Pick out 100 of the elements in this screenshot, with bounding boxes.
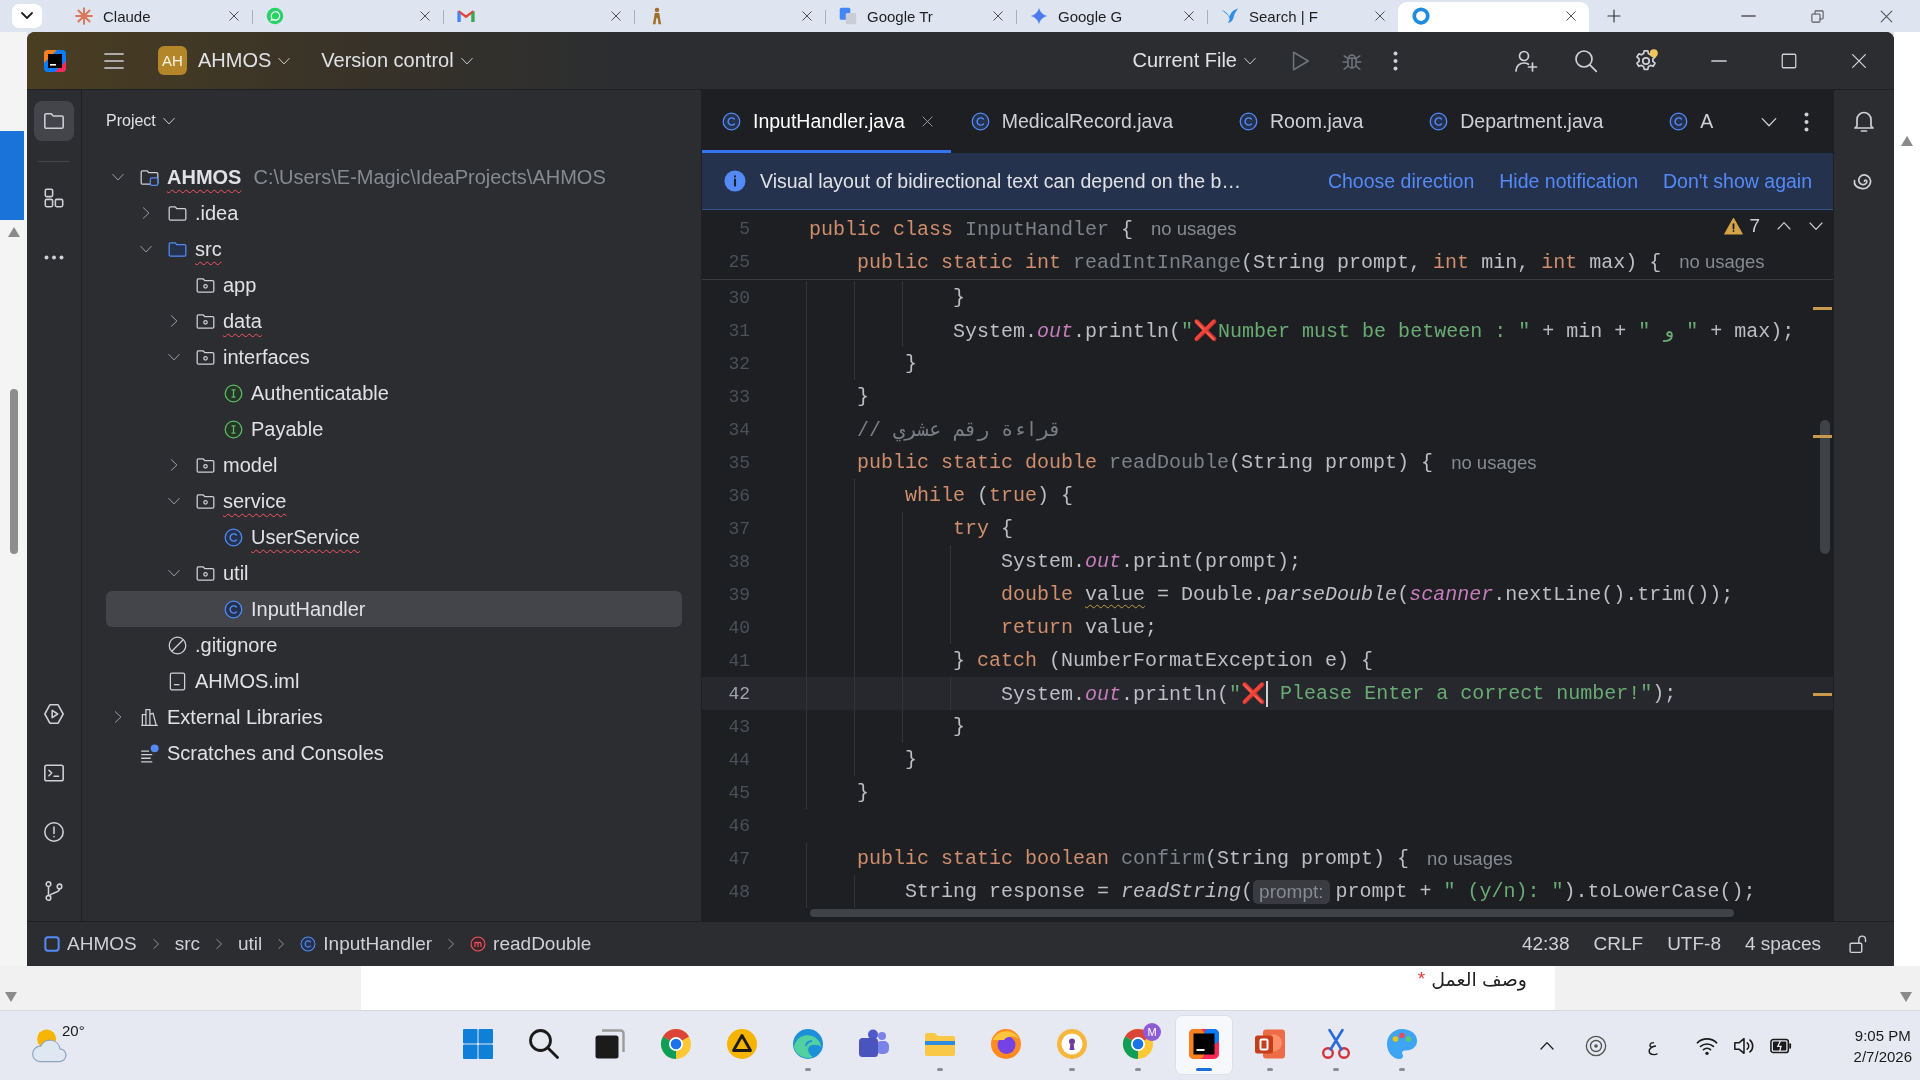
clock-date[interactable]: 2/7/2026 <box>1853 1047 1912 1065</box>
link[interactable]: Hide notification <box>1499 169 1638 193</box>
scroll-up-icon[interactable] <box>1901 136 1913 146</box>
tree-item[interactable]: data <box>106 303 682 339</box>
browser-tab[interactable]: Google G <box>1016 2 1207 32</box>
tree-item[interactable]: InputHandler <box>106 591 682 627</box>
close-icon[interactable] <box>801 10 813 22</box>
tree-item[interactable]: service <box>106 483 682 519</box>
breadcrumb[interactable]: readDouble <box>470 933 592 955</box>
close-icon[interactable] <box>1879 8 1894 24</box>
field-label: وصف العمل <box>1431 968 1527 991</box>
minimize-icon[interactable] <box>1741 14 1756 18</box>
close-icon[interactable] <box>1374 10 1386 22</box>
run-config-dropdown[interactable]: Current File <box>1132 49 1257 72</box>
more-icon[interactable] <box>1393 50 1398 71</box>
clock-time[interactable]: 9:05 PM <box>1854 1026 1911 1044</box>
problems-indicator[interactable]: 7 <box>1724 215 1760 237</box>
code-text: Please Enter a correct number!"); <box>1279 682 1677 705</box>
breadcrumb[interactable]: util <box>238 933 263 955</box>
star-icon <box>1030 7 1048 25</box>
usage-hint[interactable]: no usages <box>1679 251 1765 273</box>
interface-icon <box>224 383 243 403</box>
usage-hint[interactable]: no usages <box>1151 218 1237 240</box>
restore-icon[interactable] <box>1810 8 1825 24</box>
usage-hint[interactable]: no usages <box>1451 451 1537 474</box>
maximize-icon[interactable] <box>1780 51 1798 70</box>
browser-tab[interactable]: Claude <box>61 2 252 32</box>
taskbar-button[interactable]: M <box>1110 1016 1166 1074</box>
status-item[interactable]: 4 spaces <box>1744 933 1821 955</box>
panel-title-dropdown[interactable]: Project <box>106 112 176 130</box>
scroll-up-icon[interactable] <box>7 227 20 237</box>
chat-icon <box>266 7 284 25</box>
breadcrumb[interactable]: AHMOS <box>44 933 137 955</box>
tree-item[interactable]: Payable <box>106 411 682 447</box>
browser-tab[interactable]: Google Tr <box>825 2 1016 32</box>
tree-item[interactable]: .gitignore <box>106 627 682 663</box>
tree-item[interactable]: External Libraries <box>106 699 682 735</box>
bell-icon[interactable] <box>1852 109 1876 133</box>
vcs-dropdown[interactable]: Version control <box>321 49 474 72</box>
lock-icon[interactable] <box>1848 934 1868 954</box>
editor-tab[interactable]: Room.java <box>1219 90 1410 153</box>
warning-mark <box>1813 435 1832 438</box>
close-icon[interactable] <box>610 10 622 22</box>
scrollbar-thumb[interactable] <box>9 389 18 554</box>
close-icon[interactable] <box>228 10 240 22</box>
tool-window-button[interactable] <box>34 101 74 141</box>
breadcrumb[interactable]: InputHandler <box>300 933 433 955</box>
language-indicator[interactable]: ع <box>1647 1035 1658 1056</box>
tree-item[interactable]: app <box>106 267 682 303</box>
link[interactable]: Don't show again <box>1663 169 1812 193</box>
more-icon[interactable] <box>1804 111 1809 132</box>
temperature-text[interactable]: 20° <box>62 1022 85 1039</box>
status-item[interactable]: UTF-8 <box>1667 933 1721 955</box>
tree-item[interactable]: src <box>106 231 682 267</box>
link[interactable]: Choose direction <box>1327 169 1475 193</box>
status-item[interactable]: 42:38 <box>1521 933 1570 955</box>
search-icon[interactable] <box>1574 48 1598 73</box>
tree-item[interactable]: UserService <box>106 519 682 555</box>
sparkle-icon <box>75 7 93 25</box>
scroll-down-icon[interactable] <box>1900 992 1912 1002</box>
editor-tab[interactable]: InputHandler.java <box>702 90 951 153</box>
scrollbar-thumb[interactable] <box>810 909 1734 917</box>
tree-item[interactable]: model <box>106 447 682 483</box>
ide-logo-icon[interactable] <box>43 48 67 73</box>
editor-tab[interactable]: MedicalRecord.java <box>950 90 1220 153</box>
close-icon[interactable] <box>920 115 934 128</box>
browser-tab[interactable] <box>1398 2 1589 32</box>
ring-icon[interactable] <box>1585 1034 1608 1057</box>
close-icon[interactable] <box>1565 10 1577 22</box>
usage-hint[interactable]: no usages <box>1427 847 1513 870</box>
taskbar-button[interactable] <box>1176 1016 1232 1074</box>
tree-item[interactable]: .idea <box>106 195 682 231</box>
scrollbar-thumb[interactable] <box>1820 420 1830 554</box>
close-icon[interactable] <box>419 10 431 22</box>
close-icon[interactable] <box>1183 10 1195 22</box>
add-user-icon[interactable] <box>1514 48 1538 73</box>
editor-tab[interactable]: A <box>1649 90 1748 153</box>
project-switcher[interactable]: AHMOS <box>198 49 292 72</box>
color-wheel-icon <box>1122 1028 1154 1060</box>
editor-tab[interactable]: Department.java <box>1409 90 1650 153</box>
scroll-down-icon[interactable] <box>5 992 17 1002</box>
tree-item[interactable]: AHMOS.iml <box>106 663 682 699</box>
close-icon[interactable] <box>992 10 1004 22</box>
breadcrumb[interactable]: src <box>174 933 200 955</box>
module-file-icon <box>168 671 187 691</box>
parameter-hint: prompt: <box>1253 879 1330 904</box>
close-icon[interactable] <box>1850 51 1868 70</box>
settings-icon[interactable] <box>1634 48 1658 73</box>
status-item[interactable]: CRLF <box>1593 933 1644 955</box>
chevron-icon[interactable] <box>12 4 42 28</box>
code-text: } catch (NumberFormatException e) { <box>953 649 1374 672</box>
tree-item[interactable]: AHMOS C:\Users\E-Magic\IdeaProjects\AHMOS <box>106 159 682 195</box>
tree-item[interactable]: interfaces <box>106 339 682 375</box>
browser-tab[interactable]: Search | F <box>1207 2 1398 32</box>
folder-icon <box>168 203 187 223</box>
code-text: System.out.print(prompt); <box>1001 550 1302 573</box>
tree-item[interactable]: Scratches and Consoles <box>106 735 682 771</box>
tree-item[interactable]: util <box>106 555 682 591</box>
plus-icon[interactable] <box>1606 8 1622 24</box>
tree-item[interactable]: Authenticatable <box>106 375 682 411</box>
